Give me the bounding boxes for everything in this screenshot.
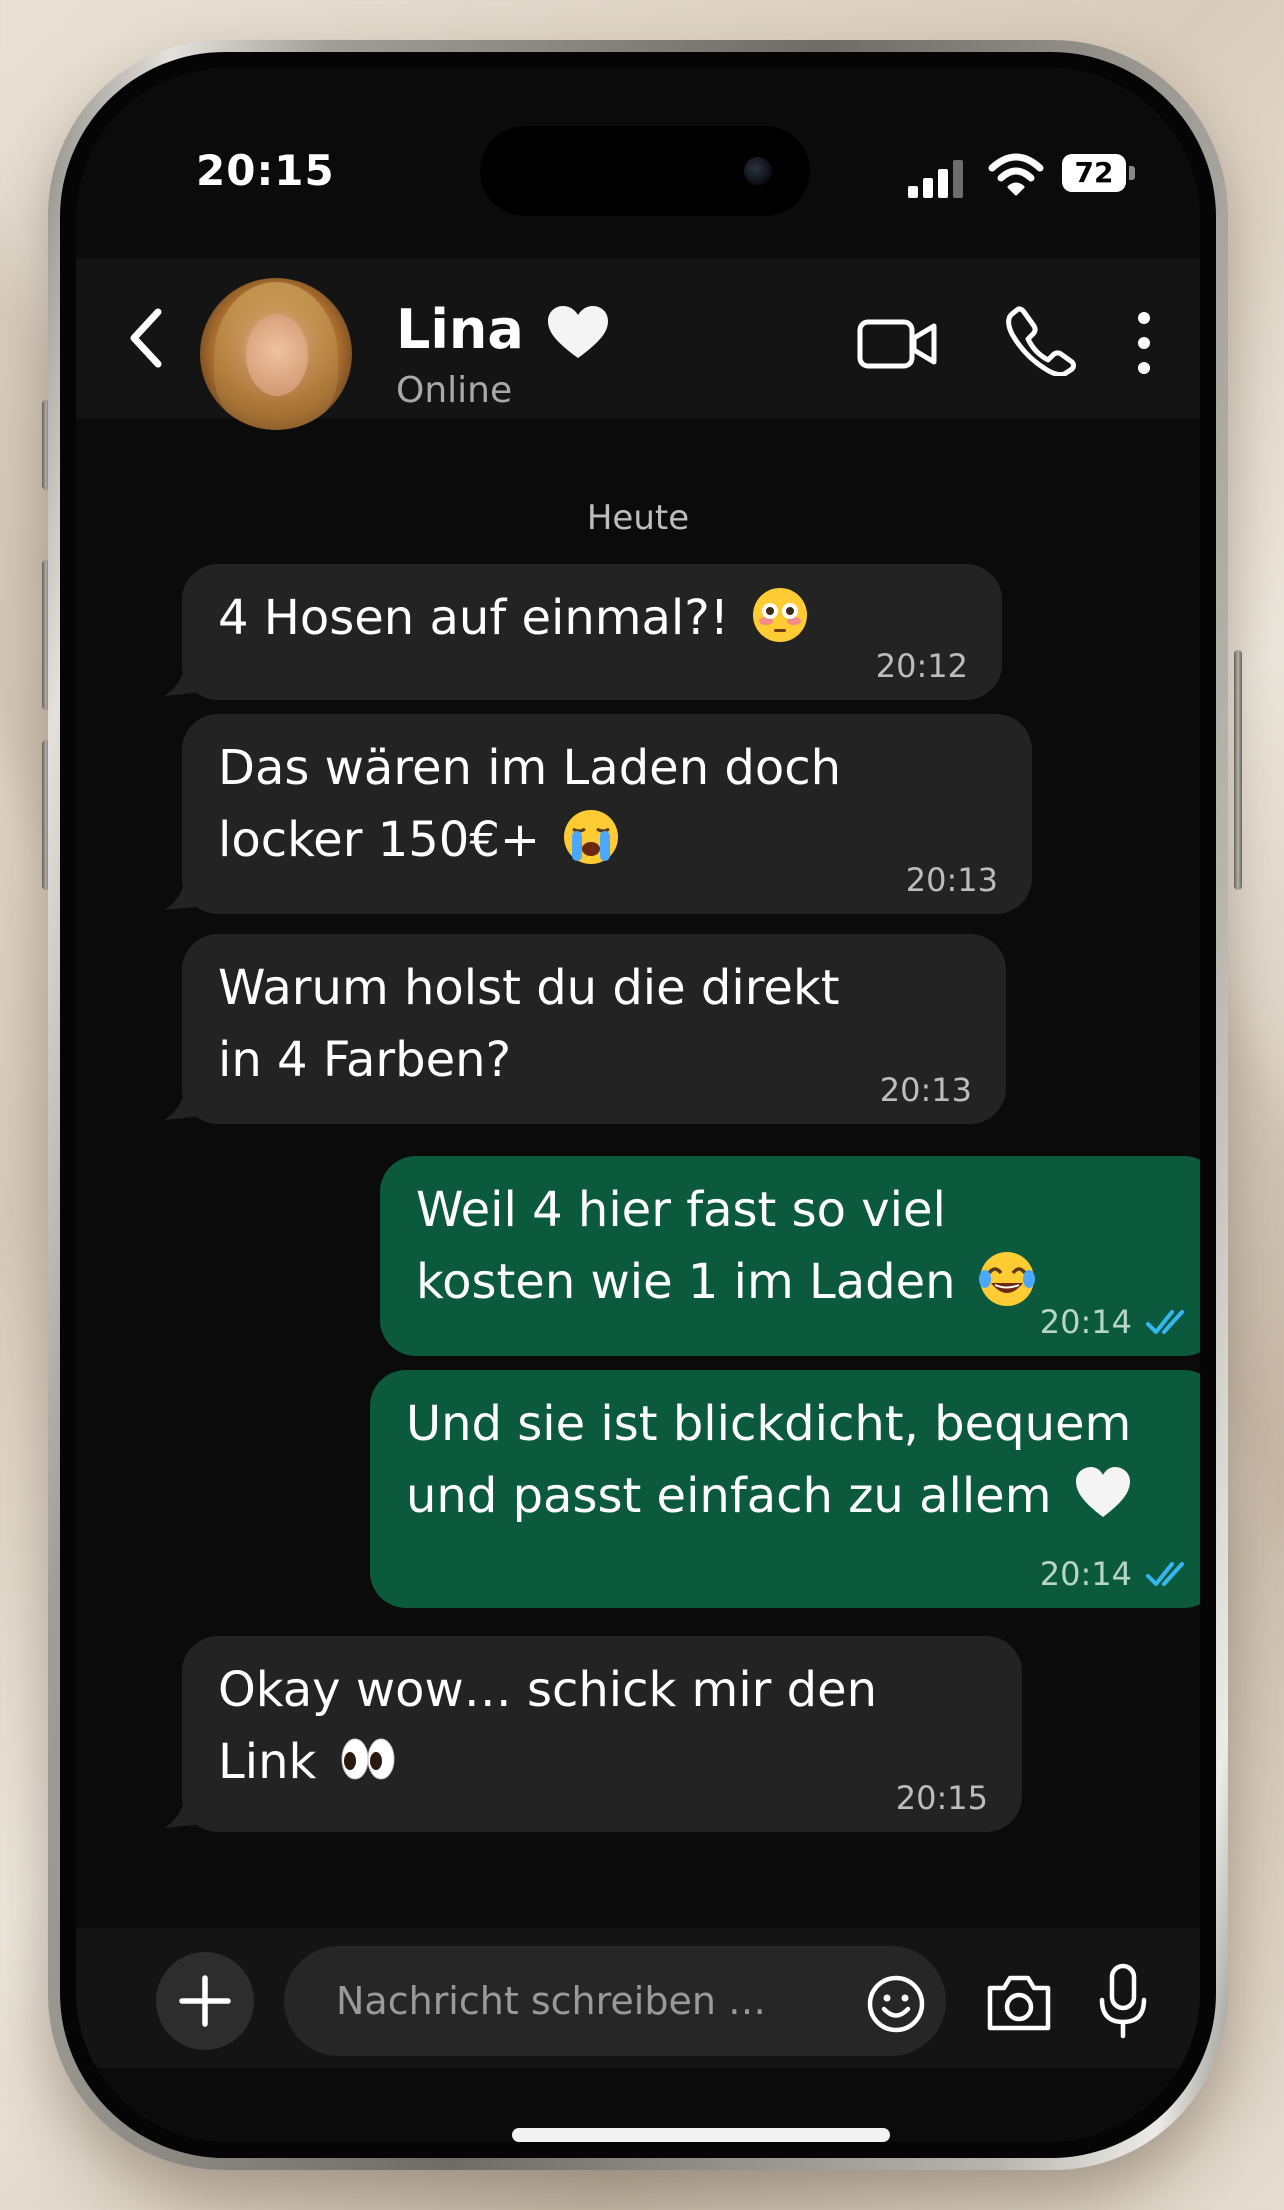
message-time: 20:14 — [1039, 1303, 1132, 1341]
front-camera — [744, 157, 772, 185]
avatar-face — [246, 314, 308, 396]
white-heart-emoji — [1075, 1467, 1130, 1517]
message-text: Und sie ist blickdicht, bequem und passt… — [406, 1396, 1132, 1524]
message-bubble-incoming[interactable]: 4 Hosen auf einmal?! 20:12 — [164, 564, 1002, 700]
message-time: 20:14 — [1039, 1555, 1132, 1593]
contact-name[interactable]: Lina — [396, 298, 524, 361]
read-receipt-double-check-icon — [1146, 1562, 1184, 1586]
read-receipt-double-check-icon — [1146, 1310, 1184, 1334]
message-time: 20:15 — [895, 1779, 988, 1817]
message-text: Warum holst du die direkt in 4 Farben? — [218, 960, 840, 1088]
message-bubble-incoming[interactable]: Das wären im Laden doch locker 150€+ 20:… — [164, 714, 1032, 914]
status-time: 20:15 — [196, 146, 335, 195]
message-time: 20:13 — [905, 861, 998, 899]
wifi-icon — [988, 153, 1044, 196]
message-text: Das wären im Laden doch locker 150€+ — [218, 740, 842, 868]
date-separator: Heute — [586, 498, 690, 538]
loudly-crying-face-emoji — [564, 810, 619, 864]
contact-status: Online — [396, 370, 513, 411]
back-chevron-icon[interactable] — [126, 306, 166, 370]
message-time: 20:12 — [875, 647, 968, 685]
message-bubble-incoming[interactable]: Warum holst du die direkt in 4 Farben? 2… — [164, 934, 1006, 1124]
bubble-tail — [1198, 1564, 1200, 1601]
chat-header: Lina Online — [76, 258, 1200, 430]
camera-icon[interactable] — [984, 1972, 1054, 2034]
add-attachment-button[interactable] — [156, 1952, 254, 2050]
home-indicator[interactable] — [512, 2128, 890, 2142]
bubble-tail — [164, 870, 204, 910]
bubble-tail — [1198, 1312, 1200, 1349]
battery-level: 72 — [1074, 156, 1114, 189]
message-bubble-incoming[interactable]: Okay wow… schick mir den Link 20:15 — [164, 1636, 1022, 1832]
more-options-icon[interactable] — [1134, 310, 1154, 376]
tears-of-joy-emoji — [978, 1252, 1035, 1306]
phone-call-icon[interactable] — [1006, 306, 1076, 376]
message-bubble-outgoing[interactable]: Weil 4 hier fast so viel kosten wie 1 im… — [380, 1156, 1200, 1356]
message-composer — [76, 1928, 1200, 2068]
emoji-picker-icon[interactable] — [866, 1974, 926, 2034]
message-bubble-outgoing[interactable]: Und sie ist blickdicht, bequem und passt… — [370, 1370, 1200, 1608]
white-heart-icon — [548, 306, 608, 358]
power-button — [1234, 650, 1242, 890]
contact-avatar[interactable] — [200, 278, 352, 430]
eyes-emoji — [341, 1738, 395, 1780]
video-call-icon[interactable] — [856, 314, 940, 374]
cellular-signal-icon — [908, 160, 963, 198]
bubble-tail — [164, 1788, 204, 1828]
plus-icon — [179, 1975, 231, 2027]
message-input[interactable] — [284, 1946, 946, 2056]
phone-frame: 20:15 72 Lina Online Heute 4 Hosen auf e… — [48, 40, 1228, 2170]
flushed-face-emoji — [753, 588, 808, 642]
dynamic-island — [480, 126, 810, 216]
message-text: 4 Hosen auf einmal?! — [218, 590, 729, 646]
battery-tip — [1129, 166, 1135, 180]
microphone-icon[interactable] — [1096, 1962, 1150, 2042]
phone-screen: 20:15 72 Lina Online Heute 4 Hosen auf e… — [76, 68, 1200, 2142]
message-text: Weil 4 hier fast so viel kosten wie 1 im… — [416, 1182, 956, 1310]
bubble-tail — [164, 1080, 204, 1120]
phone-bezel: 20:15 72 Lina Online Heute 4 Hosen auf e… — [60, 52, 1216, 2158]
bubble-tail — [164, 656, 204, 696]
message-text: Okay wow… schick mir den Link — [218, 1662, 878, 1790]
battery-indicator: 72 — [1062, 154, 1136, 192]
message-time: 20:13 — [879, 1071, 972, 1109]
